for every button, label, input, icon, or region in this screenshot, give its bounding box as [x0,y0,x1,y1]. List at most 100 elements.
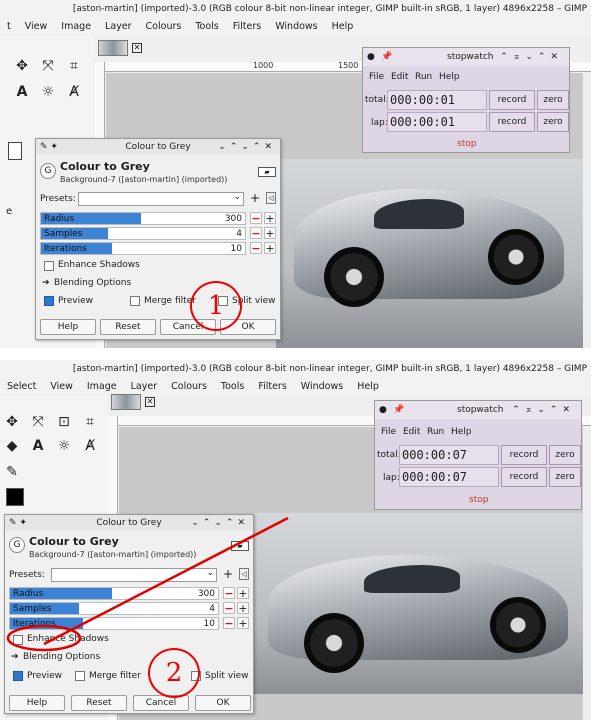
reset-button[interactable]: Reset [100,319,156,335]
iterations-plus-icon[interactable]: + [237,617,249,629]
menu-tools[interactable]: Tools [214,378,251,396]
preview-checkbox[interactable] [13,671,23,681]
enhance-shadows-checkbox[interactable] [44,261,54,271]
iterations-slider[interactable]: Iterations 10 [9,617,219,630]
close-icon[interactable]: ✕ [145,397,155,407]
pin-icon[interactable]: ✎ ✦ [9,515,27,531]
path-tool-icon[interactable]: Ⱥ [82,438,98,454]
sw-menu-help[interactable]: Help [451,427,472,437]
smudge-tool-icon[interactable]: ☼ [56,438,72,454]
add-preset-icon[interactable]: + [223,567,233,581]
brush-tool-icon[interactable]: ✎ [4,464,20,480]
text-tool-icon[interactable]: A [30,438,46,454]
sw-menu-run[interactable]: Run [427,427,444,437]
blending-options-expander[interactable]: Blending Options [23,652,100,662]
radius-plus-icon[interactable]: + [237,587,249,599]
record-lap-button[interactable]: record [489,112,535,132]
help-button[interactable]: Help [40,319,96,335]
iterations-minus-icon[interactable]: − [250,242,262,254]
menu-view[interactable]: View [43,378,80,396]
radius-slider[interactable]: Radius 300 [40,212,246,225]
blending-options-expander[interactable]: Blending Options [54,278,131,288]
menu-image[interactable]: Image [54,18,98,36]
cancel-button[interactable]: Cancel [133,695,189,711]
menu-filters[interactable]: Filters [226,18,268,36]
merge-filter-checkbox[interactable] [130,296,140,306]
radius-plus-icon[interactable]: + [264,212,276,224]
radius-slider[interactable]: Radius 300 [9,587,219,600]
window-controls-icon[interactable]: ⌃⌅⌄⌃✕ [512,401,575,419]
record-total-button[interactable]: record [501,445,547,465]
close-icon[interactable]: ✕ [132,43,142,53]
sw-menu-file[interactable]: File [369,72,384,82]
menu-windows[interactable]: Windows [294,378,350,396]
radius-minus-icon[interactable]: − [250,212,262,224]
move-tool-icon[interactable]: ✥ [4,414,20,430]
samples-slider[interactable]: Samples 4 [40,227,246,240]
zero-lap-button[interactable]: zero [549,467,581,487]
ok-button[interactable]: OK [195,695,251,711]
align-tool-icon[interactable]: ⤧ [40,58,56,74]
path-tool-icon[interactable]: Ⱥ [66,84,82,100]
iterations-slider[interactable]: Iterations 10 [40,242,246,255]
sw-menu-run[interactable]: Run [415,72,432,82]
samples-minus-icon[interactable]: − [223,602,235,614]
menu-help[interactable]: Help [350,378,386,396]
reset-button[interactable]: Reset [71,695,127,711]
pin-icon[interactable]: ✎ ✦ [40,139,58,155]
help-button[interactable]: Help [9,695,65,711]
sw-menu-file[interactable]: File [381,427,396,437]
presets-select[interactable]: ⌄ [78,192,244,206]
record-total-button[interactable]: record [489,90,535,110]
enhance-shadows-checkbox[interactable] [13,635,23,645]
align-tool-icon[interactable]: ⤧ [30,414,46,430]
sw-menu-edit[interactable]: Edit [391,72,408,82]
window-controls-icon[interactable]: ⌄⌃⌄⌃✕ [218,139,276,155]
preset-menu-icon[interactable]: ◁ [239,568,249,580]
blending-arrow-icon[interactable]: ➔ [11,652,19,662]
menu-item[interactable]: t [0,18,18,36]
merge-filter-checkbox[interactable] [75,671,85,681]
zero-lap-button[interactable]: zero [537,112,569,132]
move-tool-icon[interactable]: ✥ [14,58,30,74]
sw-menu-edit[interactable]: Edit [403,427,420,437]
image-tab[interactable]: ✕ [98,38,142,58]
window-controls-icon[interactable]: ⌃⌅⌄⌃✕ [500,48,563,66]
zero-total-button[interactable]: zero [549,445,581,465]
fg-colour-swatch[interactable] [6,488,24,506]
menu-colours[interactable]: Colours [164,378,214,396]
menu-windows[interactable]: Windows [268,18,324,36]
zero-total-button[interactable]: zero [537,90,569,110]
presets-select[interactable]: ⌄ [51,568,217,582]
samples-minus-icon[interactable]: − [250,227,262,239]
menu-select[interactable]: Select [0,378,43,396]
window-controls-icon[interactable]: ⌄⌃⌄⌃✕ [191,515,249,531]
iterations-minus-icon[interactable]: − [223,617,235,629]
preview-checkbox[interactable] [44,296,54,306]
preset-menu-icon[interactable]: ◁ [266,192,276,204]
menu-filters[interactable]: Filters [251,378,293,396]
smudge-tool-icon[interactable]: ☼ [40,84,56,100]
menu-help[interactable]: Help [325,18,361,36]
fg-colour-swatch[interactable] [8,142,22,160]
menu-layer[interactable]: Layer [98,18,139,36]
transform-tool-icon[interactable]: ⌗ [82,414,98,430]
radius-minus-icon[interactable]: − [223,587,235,599]
samples-plus-icon[interactable]: + [237,602,249,614]
bucket-tool-icon[interactable]: ◆ [4,438,20,454]
add-preset-icon[interactable]: + [250,191,260,205]
crop-tool-icon[interactable]: ⊡ [56,414,72,430]
samples-slider[interactable]: Samples 4 [9,602,219,615]
blending-arrow-icon[interactable]: ➔ [42,278,50,288]
pin-icon[interactable]: 📌 [393,401,404,419]
stop-button[interactable]: stop [469,495,488,505]
image-tab[interactable]: ✕ [111,392,155,412]
samples-plus-icon[interactable]: + [264,227,276,239]
crop-tool-icon[interactable]: ⌗ [66,58,82,74]
menu-tools[interactable]: Tools [188,18,225,36]
on-canvas-icon[interactable]: ▰ [258,167,276,177]
iterations-plus-icon[interactable]: + [264,242,276,254]
text-tool-icon[interactable]: A [14,84,30,100]
sw-menu-help[interactable]: Help [439,72,460,82]
menu-view[interactable]: View [18,18,55,36]
